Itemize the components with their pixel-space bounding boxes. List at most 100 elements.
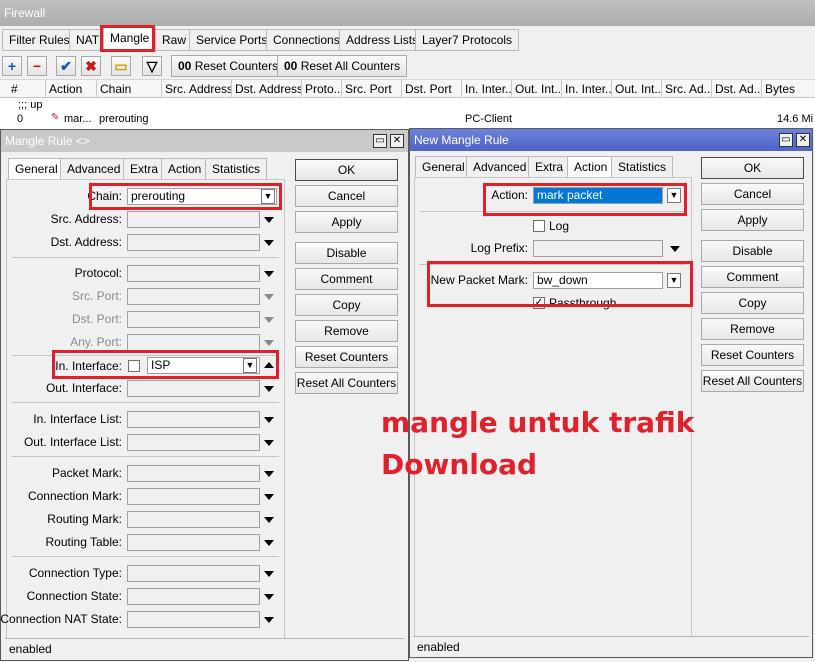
connection-mark-input[interactable] bbox=[127, 488, 260, 505]
right-comment-button[interactable]: Comment bbox=[701, 266, 804, 288]
tab-filter-rules[interactable]: Filter Rules bbox=[2, 29, 77, 51]
connection-nat-state-dropdown-icon[interactable] bbox=[264, 617, 274, 623]
packet-mark-input[interactable] bbox=[127, 465, 260, 482]
remove-icon[interactable]: − bbox=[27, 56, 47, 76]
right-remove-button[interactable]: Remove bbox=[701, 318, 804, 340]
left-tab-general[interactable]: General bbox=[8, 158, 65, 180]
right-cancel-button[interactable]: Cancel bbox=[701, 183, 804, 205]
left-disable-button[interactable]: Disable bbox=[295, 242, 398, 264]
right-reset-all-counters-button[interactable]: Reset All Counters bbox=[701, 370, 804, 392]
out-interface-input[interactable] bbox=[127, 380, 260, 397]
row-bytes[interactable]: 14.6 Mi bbox=[777, 113, 813, 125]
right-ok-button[interactable]: OK bbox=[701, 157, 804, 179]
col-src-port[interactable]: Src. Port bbox=[342, 80, 402, 98]
connection-nat-state-input[interactable] bbox=[127, 611, 260, 628]
right-tab-advanced[interactable]: Advanced bbox=[466, 156, 534, 178]
src-port-input[interactable] bbox=[127, 288, 260, 305]
row-chain[interactable]: prerouting bbox=[99, 113, 149, 125]
right-tab-action[interactable]: Action bbox=[567, 156, 615, 178]
left-reset-counters-button[interactable]: Reset Counters bbox=[295, 346, 398, 368]
out-interface-dropdown-icon[interactable] bbox=[264, 386, 274, 392]
col-out-interface-list[interactable]: Out. Int... bbox=[612, 80, 662, 98]
right-reset-counters-button[interactable]: Reset Counters bbox=[701, 344, 804, 366]
col-out-interface[interactable]: Out. Int... bbox=[512, 80, 562, 98]
enable-icon[interactable]: ✔ bbox=[56, 56, 76, 76]
out-interface-list-input[interactable] bbox=[127, 434, 260, 451]
routing-table-input[interactable] bbox=[127, 534, 260, 551]
tab-connections[interactable]: Connections bbox=[266, 29, 347, 51]
right-copy-button[interactable]: Copy bbox=[701, 292, 804, 314]
left-comment-button[interactable]: Comment bbox=[295, 268, 398, 290]
col-dst-address-list[interactable]: Dst. Ad... bbox=[712, 80, 762, 98]
tab-layer7-protocols[interactable]: Layer7 Protocols bbox=[415, 29, 520, 51]
close-icon[interactable]: ✕ bbox=[390, 134, 404, 148]
col-action[interactable]: Action bbox=[46, 80, 97, 98]
connection-state-input[interactable] bbox=[127, 588, 260, 605]
left-tab-statistics[interactable]: Statistics bbox=[205, 158, 268, 180]
separator bbox=[11, 257, 279, 258]
right-disable-button[interactable]: Disable bbox=[701, 240, 804, 262]
row-num[interactable]: 0 bbox=[17, 113, 23, 125]
row-action[interactable]: mar... bbox=[64, 113, 92, 125]
reset-all-counters-button[interactable]: 00 Reset All Counters bbox=[277, 55, 408, 77]
any-port-input[interactable] bbox=[127, 334, 260, 351]
left-ok-button[interactable]: OK bbox=[295, 159, 398, 181]
log-prefix-input[interactable] bbox=[533, 240, 663, 257]
left-copy-button[interactable]: Copy bbox=[295, 294, 398, 316]
connection-type-input[interactable] bbox=[127, 565, 260, 582]
col-chain[interactable]: Chain bbox=[97, 80, 162, 98]
left-tab-extra[interactable]: Extra bbox=[123, 158, 166, 180]
connection-type-dropdown-icon[interactable] bbox=[264, 571, 274, 577]
routing-table-dropdown-icon[interactable] bbox=[264, 540, 274, 546]
left-apply-button[interactable]: Apply bbox=[295, 211, 398, 233]
left-reset-all-counters-button[interactable]: Reset All Counters bbox=[295, 372, 398, 394]
reset-counters-button[interactable]: 00 Reset Counters bbox=[171, 55, 286, 77]
row-in-interface[interactable]: PC-Client bbox=[465, 113, 512, 125]
left-cancel-button[interactable]: Cancel bbox=[295, 185, 398, 207]
col-src-address[interactable]: Src. Address bbox=[162, 80, 232, 98]
packet-mark-dropdown-icon[interactable] bbox=[264, 471, 274, 477]
left-tab-action[interactable]: Action bbox=[161, 158, 209, 180]
protocol-dropdown-icon[interactable] bbox=[264, 271, 274, 277]
src-address-input[interactable] bbox=[127, 211, 260, 228]
col-dst-address[interactable]: Dst. Address bbox=[232, 80, 302, 98]
highlight-new-packet-mark bbox=[427, 261, 693, 307]
maximize-icon[interactable]: ▭ bbox=[373, 134, 387, 148]
dst-address-input[interactable] bbox=[127, 234, 260, 251]
filter-icon[interactable]: ▽ bbox=[142, 56, 162, 76]
connection-state-dropdown-icon[interactable] bbox=[264, 594, 274, 600]
protocol-input[interactable] bbox=[127, 265, 260, 282]
log-checkbox[interactable] bbox=[533, 220, 545, 232]
dst-port-input[interactable] bbox=[127, 311, 260, 328]
col-dst-port[interactable]: Dst. Port bbox=[402, 80, 462, 98]
col-in-interface[interactable]: In. Inter... bbox=[462, 80, 512, 98]
routing-mark-input[interactable] bbox=[127, 511, 260, 528]
left-tab-advanced[interactable]: Advanced bbox=[60, 158, 128, 180]
tab-service-ports[interactable]: Service Ports bbox=[189, 29, 275, 51]
dst-address-dropdown-icon[interactable] bbox=[264, 240, 274, 246]
col-bytes[interactable]: Bytes bbox=[762, 80, 815, 98]
right-tab-statistics[interactable]: Statistics bbox=[611, 156, 674, 178]
src-address-dropdown-icon[interactable] bbox=[264, 217, 274, 223]
log-prefix-dropdown-icon[interactable] bbox=[670, 246, 680, 252]
left-remove-button[interactable]: Remove bbox=[295, 320, 398, 342]
tab-raw[interactable]: Raw bbox=[155, 29, 194, 51]
col-protocol[interactable]: Proto... bbox=[302, 80, 342, 98]
routing-mark-dropdown-icon[interactable] bbox=[264, 517, 274, 523]
maximize-icon[interactable]: ▭ bbox=[779, 133, 793, 147]
col-src-address-list[interactable]: Src. Ad... bbox=[662, 80, 712, 98]
in-interface-list-dropdown-icon[interactable] bbox=[264, 417, 274, 423]
add-icon[interactable]: + bbox=[2, 56, 22, 76]
right-apply-button[interactable]: Apply bbox=[701, 209, 804, 231]
col-in-interface-list[interactable]: In. Inter... bbox=[562, 80, 612, 98]
tab-address-lists[interactable]: Address Lists bbox=[339, 29, 426, 51]
right-tab-general[interactable]: General bbox=[415, 156, 472, 178]
col-num[interactable]: # bbox=[8, 80, 46, 98]
disable-icon[interactable]: ✖ bbox=[81, 56, 101, 76]
comment-icon[interactable]: ▭ bbox=[111, 56, 131, 76]
close-icon[interactable]: ✕ bbox=[796, 133, 810, 147]
in-interface-list-input[interactable] bbox=[127, 411, 260, 428]
connection-mark-dropdown-icon[interactable] bbox=[264, 494, 274, 500]
right-tab-extra[interactable]: Extra bbox=[528, 156, 571, 178]
out-interface-list-dropdown-icon[interactable] bbox=[264, 440, 274, 446]
